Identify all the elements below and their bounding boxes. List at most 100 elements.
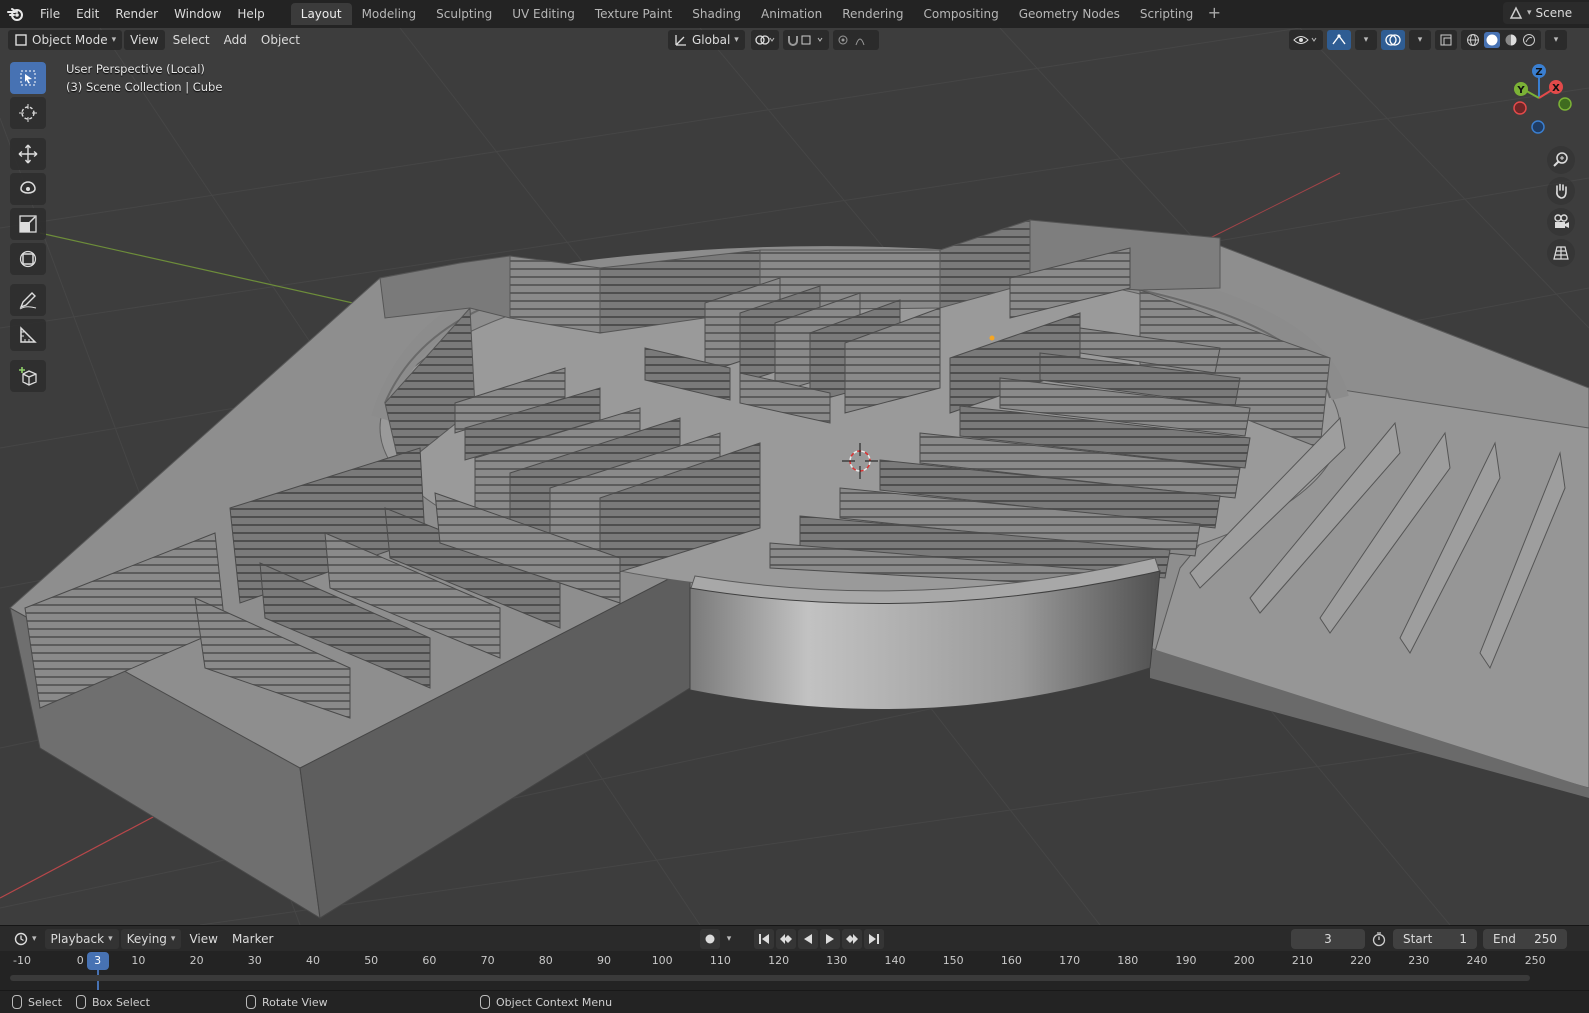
pivot-point-button[interactable] — [750, 30, 779, 50]
status-select: Select — [12, 995, 62, 1009]
menu-render[interactable]: Render — [107, 3, 166, 25]
xray-icon — [1440, 34, 1452, 46]
navigation-gizmo[interactable]: Z X Y — [1499, 62, 1579, 142]
workspace-tabs: Layout Modeling Sculpting UV Editing Tex… — [290, 2, 1226, 26]
stopwatch-icon[interactable] — [1371, 931, 1387, 947]
select-box-tool[interactable] — [10, 62, 46, 94]
rotate-tool[interactable] — [10, 173, 46, 205]
play-reverse-button[interactable] — [798, 929, 818, 949]
zoom-button[interactable] — [1547, 146, 1575, 174]
frame-ruler[interactable]: -10 0 10 20 30 40 50 60 70 80 90 100 110 120 130 140 150… — [0, 951, 1589, 971]
playhead-marker[interactable]: 3 — [86, 952, 109, 970]
tab-rendering[interactable]: Rendering — [832, 3, 913, 25]
keying-label: Keying — [126, 931, 167, 946]
scene-icon — [1509, 6, 1523, 19]
frame-tick-label: 40 — [306, 954, 320, 967]
menu-select[interactable]: Select — [167, 30, 216, 50]
timeline-area[interactable]: -10 0 10 20 30 40 50 60 70 80 90 100 110 120 130 140 150… — [0, 951, 1589, 990]
tab-uv-editing[interactable]: UV Editing — [502, 3, 585, 25]
xray-toggle-button[interactable] — [1435, 30, 1457, 50]
current-frame-value: 3 — [1324, 932, 1332, 946]
rendered-shading-icon[interactable] — [1522, 33, 1536, 47]
tab-layout[interactable]: Layout — [290, 3, 352, 25]
snap-toggle-button[interactable] — [782, 30, 829, 50]
tab-scripting[interactable]: Scripting — [1130, 3, 1203, 25]
overlays-dropdown[interactable]: ▾ — [1409, 30, 1431, 50]
menu-edit[interactable]: Edit — [68, 3, 107, 25]
timeline-scrollbar[interactable] — [10, 975, 1530, 981]
tab-animation[interactable]: Animation — [751, 3, 832, 25]
pencil-icon — [19, 292, 37, 310]
3d-viewport[interactable]: Object Mode ▾ View Select Add Object Glo… — [0, 28, 1589, 925]
play-button[interactable] — [820, 929, 840, 949]
camera-view-button[interactable] — [1547, 208, 1575, 236]
pan-button[interactable] — [1547, 177, 1575, 205]
material-shading-icon[interactable] — [1504, 33, 1518, 47]
3d-scene-canvas[interactable] — [0, 28, 1589, 925]
add-cube-tool[interactable] — [10, 360, 46, 392]
menu-window[interactable]: Window — [166, 3, 229, 25]
ruler-icon — [20, 326, 37, 343]
tab-texture-paint[interactable]: Texture Paint — [585, 3, 682, 25]
cursor-tool[interactable] — [10, 97, 46, 129]
measure-tool[interactable] — [10, 319, 46, 351]
tab-modeling[interactable]: Modeling — [352, 3, 427, 25]
tab-geometry-nodes[interactable]: Geometry Nodes — [1009, 3, 1130, 25]
shading-dropdown[interactable]: ▾ — [1545, 30, 1567, 50]
transform-orientation-dropdown[interactable]: Global ▾ — [668, 30, 745, 50]
perspective-toggle-button[interactable] — [1547, 239, 1575, 267]
solid-shading-icon[interactable] — [1484, 32, 1500, 48]
tab-compositing[interactable]: Compositing — [913, 3, 1008, 25]
menu-view[interactable]: View — [124, 30, 165, 50]
jump-end-button[interactable] — [864, 929, 884, 949]
menu-object[interactable]: Object — [255, 30, 306, 50]
chevron-down-icon: ▾ — [108, 933, 113, 944]
transform-tool[interactable] — [10, 243, 46, 275]
record-button[interactable] — [700, 929, 720, 949]
start-frame-field[interactable]: Start 1 — [1393, 929, 1477, 949]
prev-keyframe-button[interactable] — [776, 929, 796, 949]
status-select-label: Select — [28, 995, 62, 1009]
menu-help[interactable]: Help — [229, 3, 272, 25]
visibility-button[interactable] — [1289, 30, 1323, 50]
gizmos-toggle-button[interactable] — [1327, 30, 1351, 50]
record-icon — [705, 934, 715, 944]
jump-start-button[interactable] — [754, 929, 774, 949]
proportional-editing-button[interactable] — [832, 30, 879, 50]
mouse-right-icon — [480, 995, 490, 1009]
end-frame-field[interactable]: End 250 — [1483, 929, 1567, 949]
scene-selector[interactable]: ▾ Scene — [1503, 2, 1589, 24]
menu-file[interactable]: File — [32, 3, 68, 25]
next-keyframe-button[interactable] — [842, 929, 862, 949]
add-workspace-button[interactable]: + — [1203, 3, 1225, 25]
add-cube-icon — [19, 367, 37, 386]
record-options-dropdown[interactable]: ▾ — [722, 929, 736, 949]
overlays-toggle-button[interactable] — [1381, 30, 1405, 50]
frame-tick-label: 170 — [1059, 954, 1081, 967]
start-value: 1 — [1459, 932, 1467, 946]
hand-icon — [1556, 183, 1567, 199]
status-rotate-view-label: Rotate View — [262, 995, 328, 1009]
annotate-tool[interactable] — [10, 284, 46, 316]
tab-sculpting[interactable]: Sculpting — [426, 3, 502, 25]
frame-tick-label: -10 — [13, 954, 31, 967]
scale-tool[interactable] — [10, 208, 46, 240]
eye-icon — [1293, 36, 1317, 44]
menu-keying[interactable]: Keying ▾ — [120, 928, 182, 949]
menu-timeline-view[interactable]: View — [183, 929, 223, 949]
proportional-edit-icon — [838, 35, 865, 46]
tab-shading[interactable]: Shading — [682, 3, 751, 25]
status-context-menu-label: Object Context Menu — [496, 995, 613, 1009]
gizmos-dropdown[interactable]: ▾ — [1355, 30, 1377, 50]
mode-selector[interactable]: Object Mode ▾ — [8, 30, 123, 50]
menu-add[interactable]: Add — [218, 30, 253, 50]
current-frame-field[interactable]: 3 — [1291, 929, 1365, 949]
menu-marker[interactable]: Marker — [226, 929, 279, 949]
editor-type-button[interactable]: ▾ — [8, 929, 43, 949]
frame-tick-label: 130 — [826, 954, 848, 967]
blender-logo-icon[interactable] — [0, 0, 32, 28]
chevron-down-icon: ▾ — [1363, 35, 1369, 45]
wireframe-shading-icon[interactable] — [1466, 33, 1480, 47]
move-tool[interactable] — [10, 138, 46, 170]
menu-playback[interactable]: Playback ▾ — [44, 928, 119, 949]
